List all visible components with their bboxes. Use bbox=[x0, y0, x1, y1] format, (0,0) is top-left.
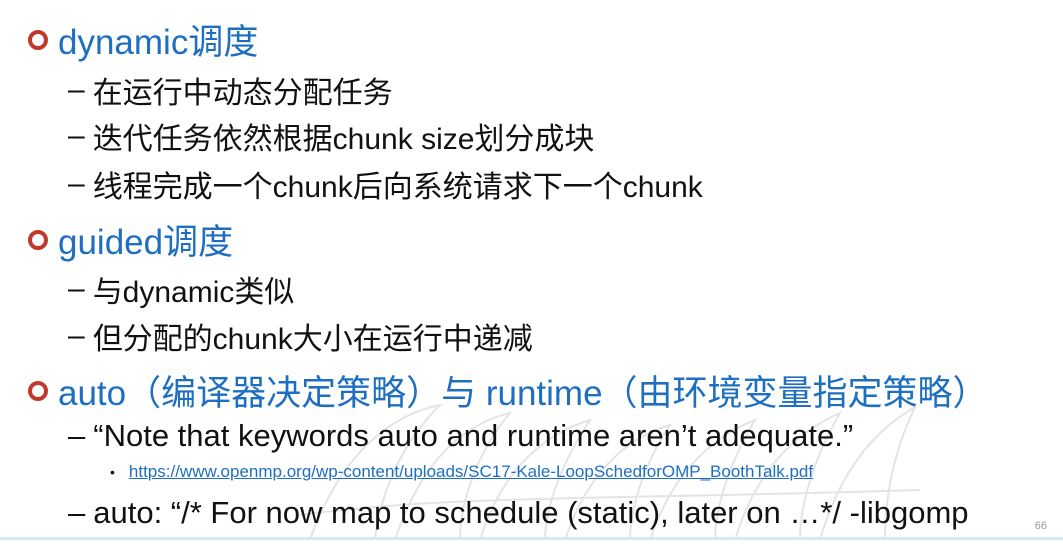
sub-item: – 线程完成一个chunk后向系统请求下一个chunk bbox=[68, 162, 703, 206]
sub-item: – “Note that keywords auto and runtime a… bbox=[68, 418, 853, 454]
sub-item: – 但分配的chunk大小在运行中递减 bbox=[68, 314, 533, 358]
reference-link-item: • https://www.openmp.org/wp-content/uplo… bbox=[110, 462, 813, 482]
dash-marker: – bbox=[68, 418, 86, 453]
dash-marker: – bbox=[68, 73, 85, 106]
bullet-guided: guided调度 bbox=[28, 214, 233, 265]
sub-item-text: “Note that keywords auto and runtime are… bbox=[93, 418, 854, 453]
dash-marker: – bbox=[68, 319, 85, 352]
bullet-dynamic: dynamic调度 bbox=[28, 14, 258, 65]
sub-item-text: 但分配的chunk大小在运行中递减 bbox=[92, 323, 533, 356]
bullet-circle-icon bbox=[28, 29, 48, 50]
sub-item-text: 在运行中动态分配任务 bbox=[92, 77, 393, 110]
heading-auto-runtime: auto（编译器决定策略）与 runtime（由环境变量指定策略） bbox=[58, 374, 988, 413]
sub-item-text: 与dynamic类似 bbox=[92, 276, 295, 309]
sub-item-text: 线程完成一个chunk后向系统请求下一个chunk bbox=[92, 171, 703, 204]
bullet-circle-icon bbox=[28, 229, 48, 250]
small-bullet-icon: • bbox=[110, 464, 115, 480]
sub-item: – 与dynamic类似 bbox=[68, 267, 294, 311]
bullet-circle-icon bbox=[28, 380, 48, 401]
sub-item-text: 迭代任务依然根据chunk size划分成块 bbox=[92, 123, 595, 156]
sub-item: – 迭代任务依然根据chunk size划分成块 bbox=[68, 114, 594, 158]
sub-item-text: auto: “/* For now map to schedule (stati… bbox=[93, 495, 969, 530]
heading-guided: guided调度 bbox=[58, 223, 234, 262]
sub-item: – 在运行中动态分配任务 bbox=[68, 68, 393, 112]
page-number: 66 bbox=[1034, 520, 1047, 532]
reference-link[interactable]: https://www.openmp.org/wp-content/upload… bbox=[129, 462, 813, 482]
heading-dynamic: dynamic调度 bbox=[58, 23, 259, 62]
dash-marker: – bbox=[68, 495, 86, 530]
sub-item: – auto: “/* For now map to schedule (sta… bbox=[68, 495, 969, 531]
dash-marker: – bbox=[68, 272, 85, 305]
bullet-auto-runtime: auto（编译器决定策略）与 runtime（由环境变量指定策略） bbox=[28, 365, 988, 416]
dash-marker: – bbox=[68, 167, 85, 200]
dash-marker: – bbox=[68, 119, 85, 152]
